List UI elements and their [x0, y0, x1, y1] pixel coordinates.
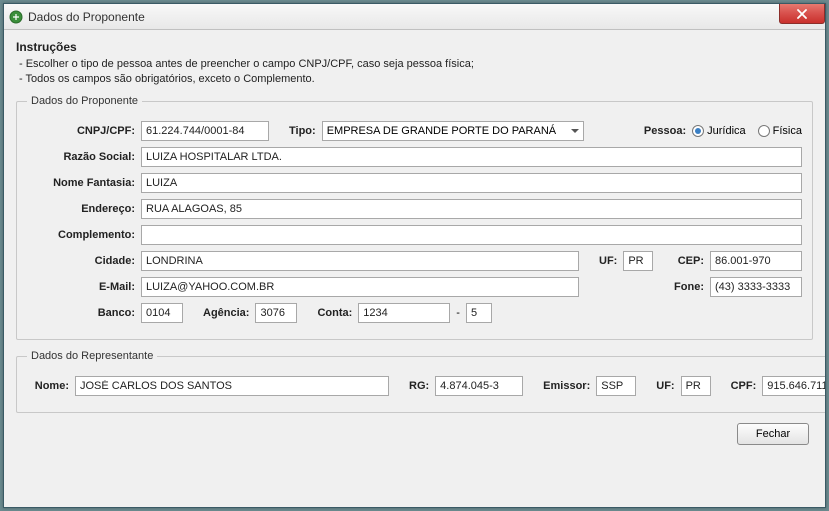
pessoa-radio-group: Jurídica Física [692, 125, 802, 137]
representante-legend: Dados do Representante [27, 350, 157, 362]
rep-nome-input[interactable] [75, 376, 389, 396]
label-fone: Fone: [674, 281, 704, 293]
label-complemento: Complemento: [27, 229, 135, 241]
label-cidade: Cidade: [27, 255, 135, 267]
label-email: E-Mail: [27, 281, 135, 293]
rep-uf-input[interactable] [681, 376, 711, 396]
label-cep: CEP: [678, 255, 704, 267]
cep-input[interactable] [710, 251, 802, 271]
rep-emissor-input[interactable] [596, 376, 636, 396]
app-icon [8, 9, 24, 25]
content-area: Instruções - Escolher o tipo de pessoa a… [4, 30, 825, 507]
label-razao-social: Razão Social: [27, 151, 135, 163]
label-rep-rg: RG: [409, 380, 429, 392]
radio-juridica-label: Jurídica [707, 125, 746, 137]
instruction-line-2: - Todos os campos são obrigatórios, exce… [19, 73, 813, 85]
conta-input[interactable] [358, 303, 450, 323]
cidade-input[interactable] [141, 251, 579, 271]
footer: Fechar [16, 413, 813, 447]
rep-cpf-input[interactable] [762, 376, 825, 396]
label-endereco: Endereço: [27, 203, 135, 215]
app-window: Dados do Proponente Instruções - Escolhe… [3, 3, 826, 508]
label-cnpj-cpf: CNPJ/CPF: [27, 125, 135, 137]
label-uf-cidade: UF: [599, 255, 617, 267]
label-conta: Conta: [317, 307, 352, 319]
tipo-selected-text: EMPRESA DE GRANDE PORTE DO PARANÁ [327, 125, 556, 137]
razao-social-input[interactable] [141, 147, 802, 167]
radio-icon [758, 125, 770, 137]
instruction-line-1: - Escolher o tipo de pessoa antes de pre… [19, 58, 813, 70]
nome-fantasia-input[interactable] [141, 173, 802, 193]
cnpj-cpf-input[interactable] [141, 121, 269, 141]
endereco-input[interactable] [141, 199, 802, 219]
tipo-select[interactable]: EMPRESA DE GRANDE PORTE DO PARANÁ [322, 121, 584, 141]
label-pessoa: Pessoa: [644, 125, 686, 137]
agencia-input[interactable] [255, 303, 297, 323]
label-rep-uf: UF: [656, 380, 674, 392]
instructions-header: Instruções [16, 40, 813, 54]
label-rep-cpf: CPF: [731, 380, 757, 392]
label-banco: Banco: [27, 307, 135, 319]
close-window-button[interactable] [779, 4, 825, 24]
radio-icon [692, 125, 704, 137]
proponente-legend: Dados do Proponente [27, 95, 142, 107]
chevron-down-icon [571, 129, 579, 133]
conta-separator: - [456, 307, 460, 319]
radio-fisica[interactable]: Física [758, 125, 802, 137]
label-nome-fantasia: Nome Fantasia: [27, 177, 135, 189]
close-icon [796, 9, 808, 19]
label-agencia: Agência: [203, 307, 249, 319]
email-input[interactable] [141, 277, 579, 297]
label-rep-emissor: Emissor: [543, 380, 590, 392]
window-title: Dados do Proponente [28, 10, 145, 24]
complemento-input[interactable] [141, 225, 802, 245]
radio-juridica[interactable]: Jurídica [692, 125, 746, 137]
fone-input[interactable] [710, 277, 802, 297]
uf-cidade-input[interactable] [623, 251, 653, 271]
titlebar: Dados do Proponente [4, 4, 825, 30]
representante-fieldset: Dados do Representante Nome: RG: Emissor… [16, 350, 825, 413]
label-rep-nome: Nome: [27, 380, 69, 392]
proponente-fieldset: Dados do Proponente CNPJ/CPF: Tipo: EMPR… [16, 95, 813, 340]
label-tipo: Tipo: [289, 125, 316, 137]
radio-fisica-label: Física [773, 125, 802, 137]
banco-input[interactable] [141, 303, 183, 323]
rep-rg-input[interactable] [435, 376, 523, 396]
close-button[interactable]: Fechar [737, 423, 809, 445]
conta-dv-input[interactable] [466, 303, 492, 323]
